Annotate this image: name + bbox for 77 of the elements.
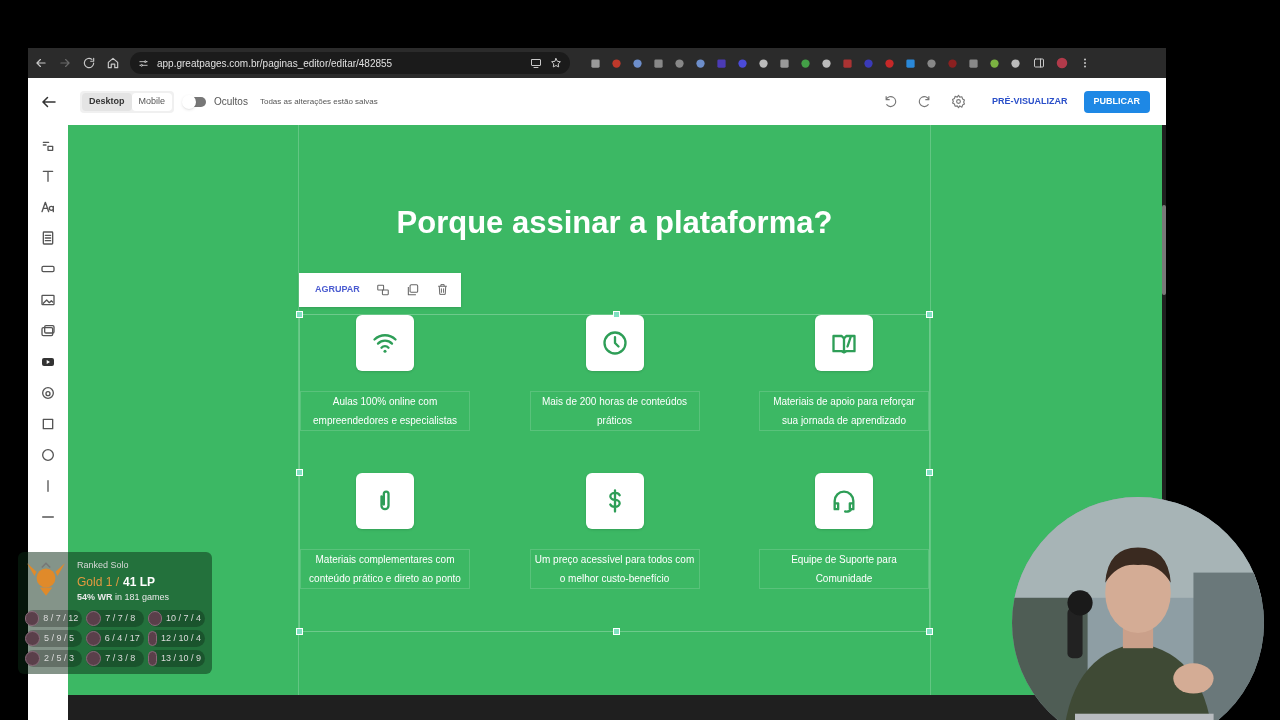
champion-avatar-icon [147, 651, 157, 666]
duplicate-icon[interactable] [405, 282, 420, 297]
delete-icon[interactable] [435, 283, 449, 296]
resize-handle[interactable] [296, 468, 303, 476]
queue-label: Ranked Solo [77, 559, 130, 572]
section-heading: Porque assinar a plataforma? [396, 204, 833, 242]
extension-icon[interactable] [905, 57, 916, 69]
extension-icon[interactable] [800, 57, 811, 69]
link-icon[interactable] [375, 282, 390, 297]
install-icon[interactable] [530, 57, 542, 69]
champion-avatar-icon [147, 631, 157, 646]
extension-icon[interactable] [821, 57, 832, 69]
extension-icon[interactable] [968, 57, 979, 69]
resize-handle[interactable] [613, 627, 620, 635]
toggle-label: Ocultos [214, 95, 248, 109]
extension-icon[interactable] [926, 57, 937, 69]
match-score: 12 / 10 / 4 [160, 631, 201, 645]
extension-icon[interactable] [1010, 57, 1021, 69]
lp-label: 41 LP [123, 573, 156, 591]
match-score: 8 / 7 / 12 [43, 611, 79, 625]
extension-icon[interactable] [695, 57, 706, 69]
match-score: 7 / 3 / 8 [105, 651, 136, 665]
circle-icon[interactable] [40, 447, 56, 463]
feature-text: Materiais de apoio para reforçar sua jornada de aprendizado [759, 390, 929, 431]
view-tab[interactable]: Desktop [82, 92, 132, 111]
extension-icon[interactable] [989, 57, 1000, 69]
toggle-switch[interactable] [184, 96, 207, 107]
group-button[interactable]: AGRUPAR [315, 282, 360, 297]
feature-text: Aulas 100% online com empreendedores e especialistas [300, 390, 470, 431]
save-status: Todas as alterações estão salvas [259, 95, 378, 108]
view-tab[interactable]: Mobile [131, 92, 173, 111]
preview-button[interactable]: PRÉ-VISUALIZAR [992, 94, 1068, 109]
feature-text: Mais de 200 horas de conteúdos práticos [529, 390, 700, 431]
clock-icon [600, 328, 629, 357]
settings-icon[interactable] [951, 94, 966, 109]
feature-text: Materiais complementares com conteúdo prático e direto ao ponto [300, 548, 470, 589]
resize-handle[interactable] [926, 627, 933, 635]
square-icon[interactable] [40, 416, 56, 432]
resize-handle[interactable] [296, 627, 303, 635]
resize-handle[interactable] [296, 310, 303, 318]
match-score: 7 / 7 / 8 [105, 611, 136, 625]
match-score: 6 / 4 / 17 [104, 631, 140, 645]
feature-text: Equipe de Suporte para Comunidade [759, 548, 929, 589]
extension-icon[interactable] [674, 57, 685, 69]
extension-icon[interactable] [632, 57, 643, 69]
star-icon[interactable] [550, 57, 562, 69]
publish-button[interactable]: PUBLICAR [1083, 90, 1150, 113]
match-score: 13 / 10 / 9 [160, 651, 201, 665]
match-score: 5 / 9 / 5 [44, 631, 75, 645]
extension-icon[interactable] [653, 57, 664, 69]
rank-label: Gold 1 / [77, 573, 120, 591]
side-panel-icon[interactable] [1033, 57, 1045, 69]
form-icon[interactable] [40, 230, 56, 246]
match-score: 2 / 5 / 3 [44, 651, 75, 665]
resize-handle[interactable] [926, 468, 933, 476]
undo-icon[interactable] [883, 94, 898, 109]
typography-icon[interactable] [40, 199, 56, 215]
match-score: 10 / 7 / 4 [165, 611, 201, 625]
resize-handle[interactable] [613, 310, 620, 318]
site-settings-icon[interactable] [138, 57, 149, 69]
gallery-icon[interactable] [40, 323, 56, 339]
redo-icon[interactable] [917, 94, 932, 109]
extension-icon[interactable] [758, 57, 769, 69]
home-icon[interactable] [106, 56, 120, 70]
extension-icon[interactable] [590, 57, 601, 69]
champion-avatar-icon [25, 611, 40, 626]
text-icon[interactable] [40, 168, 56, 184]
image-icon[interactable] [40, 292, 56, 308]
address-bar[interactable]: app.greatpages.com.br/paginas_editor/editar/482855 [130, 52, 570, 74]
winrate-label: 54% WR in 181 games [77, 590, 170, 604]
back-icon[interactable] [34, 56, 48, 70]
resize-handle[interactable] [926, 310, 933, 318]
feature-text: Um preço acessível para todos com o melhor custo-benefício [529, 548, 700, 589]
extension-icon[interactable] [779, 57, 790, 69]
profile-icon[interactable] [1055, 56, 1069, 70]
url-text: app.greatpages.com.br/paginas_editor/editar/482855 [157, 56, 394, 71]
reload-icon[interactable] [82, 56, 96, 70]
